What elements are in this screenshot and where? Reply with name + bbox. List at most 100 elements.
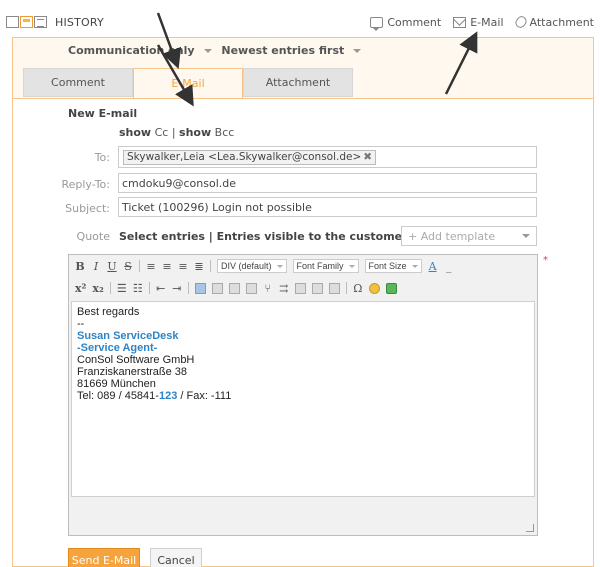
font-size-dropdown[interactable]: Font Size (364, 259, 422, 273)
comment-icon (370, 16, 384, 31)
bold-icon[interactable]: B (75, 260, 85, 273)
row-props-icon[interactable] (311, 282, 323, 294)
body-greeting: Best regards (77, 306, 140, 318)
paperclip-icon (512, 14, 529, 30)
add-template-placeholder: + Add template (408, 230, 496, 243)
align-center-icon[interactable]: ≡ (162, 260, 172, 273)
format-dropdown-label: DIV (default) (221, 261, 272, 271)
edit-icon[interactable] (194, 282, 206, 294)
filter-bar: Communication only Newest entries first (68, 44, 367, 57)
entry-tabs: Comment E-Mail Attachment (23, 68, 353, 99)
toolbar-divider (148, 282, 150, 294)
signature-street: Franziskanerstraße 38 (77, 366, 188, 378)
background-color-icon[interactable]: _ (444, 260, 454, 273)
show-cc-bcc: show Cc | show Bcc (119, 126, 234, 139)
show-bcc-link[interactable]: show Bcc (179, 126, 234, 139)
signature-company: ConSol Software GmbH (77, 354, 195, 366)
chevron-down-icon (353, 49, 362, 53)
cc-bcc-separator: | (171, 126, 180, 139)
to-field[interactable]: Skywalker,Leia <Lea.Skywalker@consol.de>… (118, 146, 537, 168)
delete-table-icon[interactable] (328, 282, 340, 294)
signature-city: 81669 München (77, 378, 156, 390)
signature-role: -Service Agent- (77, 342, 158, 354)
resize-handle-icon[interactable] (526, 524, 534, 532)
indent-icon[interactable]: ⇥ (172, 282, 182, 295)
split-cell-icon[interactable]: ⑂ (263, 282, 273, 295)
recipient-chip-label: Skywalker,Leia <Lea.Skywalker@consol.de> (127, 151, 362, 163)
history-title: HISTORY (55, 15, 104, 29)
font-family-label: Font Family (296, 261, 344, 271)
show-cc-text: Cc (154, 126, 169, 139)
toolbar-divider (139, 260, 140, 272)
font-size-label: Font Size (368, 261, 407, 271)
header-attachment-label: Attachment (529, 15, 595, 29)
show-bcc-text: Bcc (214, 126, 235, 139)
send-email-button[interactable]: Send E-Mail (68, 548, 140, 567)
history-panel: Communication only Newest entries first … (12, 37, 594, 567)
toolbar-divider (109, 282, 111, 294)
header-actions: Comment E-Mail Attachment (370, 14, 595, 31)
header-comment-label: Comment (387, 15, 442, 29)
header-email-label: E-Mail (470, 15, 504, 29)
remove-recipient-icon[interactable]: ✖ (363, 151, 372, 163)
subject-field[interactable]: Ticket (100296) Login not possible (118, 197, 537, 217)
order-filter-label: Newest entries first (221, 44, 345, 57)
merge-cell-icon[interactable]: ⇉ (279, 282, 289, 295)
chevron-down-icon (203, 49, 212, 53)
subscript-icon[interactable]: x₂ (92, 282, 103, 295)
signature-name: Susan ServiceDesk (77, 330, 179, 342)
chevron-down-icon (522, 234, 530, 238)
cancel-button[interactable]: Cancel (150, 548, 202, 567)
recipient-chip: Skywalker,Leia <Lea.Skywalker@consol.de>… (123, 150, 377, 165)
strikethrough-icon[interactable]: S (123, 260, 133, 273)
table-column-icon[interactable] (245, 282, 257, 294)
view-toggle-group (6, 16, 47, 28)
spellcheck-icon[interactable] (385, 282, 397, 294)
reply-to-field[interactable]: cmdoku9@consol.de (118, 173, 537, 193)
superscript-icon[interactable]: x² (75, 282, 86, 295)
format-dropdown[interactable]: DIV (default) (217, 259, 287, 273)
text-color-icon[interactable]: A (428, 260, 438, 273)
editor-toolbar-row-2: x² x₂ ☰ ☷ ⇤ ⇥ ⑂ ⇉ Ω (69, 277, 537, 299)
signature-fax: / Fax: -111 (177, 390, 232, 402)
table-row-icon[interactable] (228, 282, 240, 294)
required-marker: * (543, 255, 548, 266)
header-comment-link[interactable]: Comment (370, 15, 442, 31)
insert-table-icon[interactable] (211, 282, 223, 294)
outdent-icon[interactable]: ⇤ (156, 282, 166, 295)
to-label: To: (94, 151, 110, 164)
view-highlight-icon[interactable] (20, 16, 33, 28)
tab-attachment[interactable]: Attachment (243, 68, 353, 97)
italic-icon[interactable]: I (91, 260, 101, 273)
view-list-icon[interactable] (34, 16, 47, 28)
email-body-editor[interactable]: Best regards -- Susan ServiceDesk -Servi… (71, 301, 535, 497)
communication-filter[interactable]: Communication only (68, 44, 212, 57)
rich-text-editor: B I U S ≡ ≡ ≡ ≣ DIV (default) Font Famil… (68, 254, 538, 536)
signature-phone-prefix: Tel: 089 / 45841- (77, 390, 159, 402)
header-attachment-link[interactable]: Attachment (512, 14, 595, 30)
font-family-dropdown[interactable]: Font Family (292, 259, 359, 273)
cell-props-icon[interactable] (294, 282, 306, 294)
view-blank-icon[interactable] (6, 16, 19, 28)
show-cc-link[interactable]: show Cc (119, 126, 168, 139)
numbered-list-icon[interactable]: ☷ (133, 282, 143, 295)
header-email-link[interactable]: E-Mail (453, 15, 504, 29)
toolbar-divider (187, 282, 189, 294)
emoticon-icon[interactable] (368, 282, 380, 294)
reply-to-label: Reply-To: (61, 178, 110, 191)
show-bcc-strong: show (179, 126, 212, 139)
underline-icon[interactable]: U (107, 260, 117, 273)
special-char-icon[interactable]: Ω (353, 282, 363, 295)
align-right-icon[interactable]: ≡ (178, 260, 188, 273)
bullet-list-icon[interactable]: ☰ (117, 282, 127, 295)
tab-comment[interactable]: Comment (23, 68, 133, 97)
add-template-select[interactable]: + Add template (401, 226, 537, 246)
subject-label: Subject: (65, 202, 110, 215)
order-filter[interactable]: Newest entries first (221, 44, 362, 57)
tab-email[interactable]: E-Mail (133, 68, 243, 99)
align-left-icon[interactable]: ≡ (146, 260, 156, 273)
quote-entries-links[interactable]: Select entries | Entries visible to the … (119, 230, 408, 243)
toolbar-divider (345, 282, 347, 294)
align-justify-icon[interactable]: ≣ (194, 260, 204, 273)
body-dashes: -- (77, 318, 85, 330)
